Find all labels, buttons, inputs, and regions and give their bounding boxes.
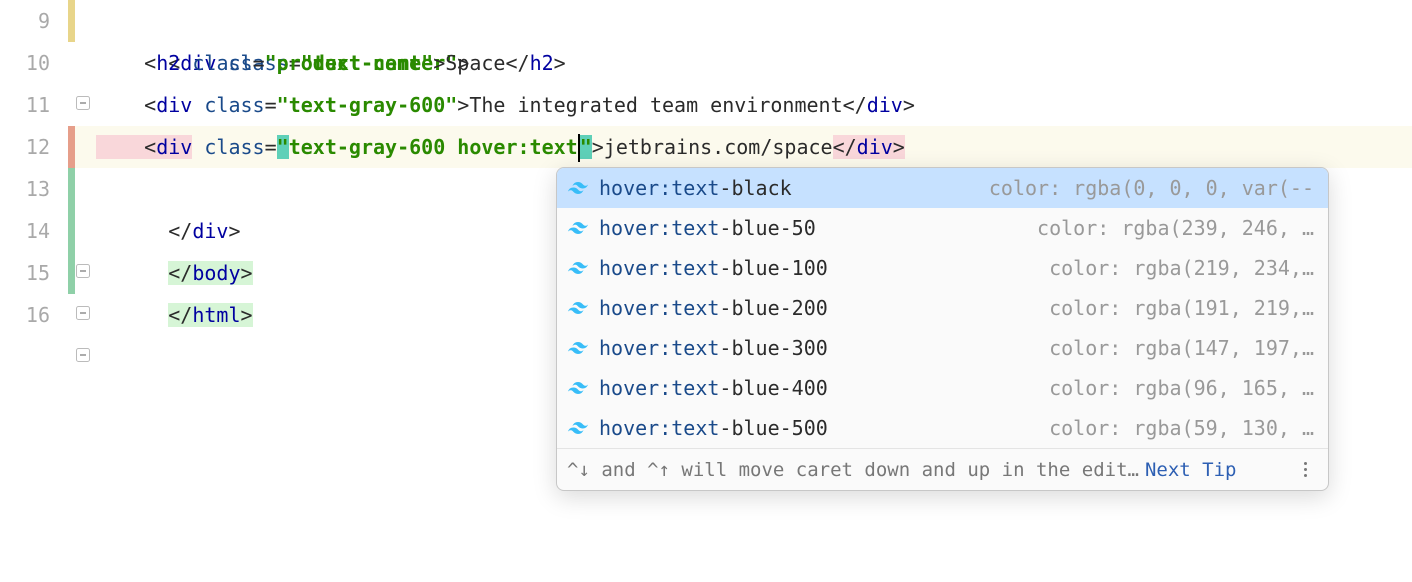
code-line[interactable]: <div class="text-gray-600">The integrate… — [96, 84, 1412, 126]
completion-item[interactable]: hover:text-blue-100 color: rgba(219, 234… — [557, 248, 1328, 288]
completion-item[interactable]: hover:text-blue-400 color: rgba(96, 165,… — [557, 368, 1328, 408]
completion-label: hover:text-blue-400 — [599, 376, 828, 400]
code-line-active[interactable]: <div class="text-gray-600 hover:text">je… — [96, 126, 1412, 168]
fold-icon[interactable] — [76, 180, 90, 194]
tailwind-icon — [567, 417, 589, 439]
line-number: 10 — [0, 42, 50, 84]
completion-label: hover:text-blue-200 — [599, 296, 828, 320]
code-line[interactable]: <div class="text-center"> — [96, 0, 1412, 42]
tailwind-icon — [567, 377, 589, 399]
completion-label: hover:text-blue-300 — [599, 336, 828, 360]
next-tip-link[interactable]: Next Tip — [1145, 459, 1237, 481]
popup-footer: ^↓ and ^↑ will move caret down and up in… — [557, 448, 1328, 490]
completion-item[interactable]: hover:text-blue-300 color: rgba(147, 197… — [557, 328, 1328, 368]
line-number: 15 — [0, 252, 50, 294]
fold-icon[interactable] — [76, 264, 90, 278]
completion-info: color: rgba(59, 130, … — [1049, 416, 1314, 440]
completion-info: color: rgba(0, 0, 0, var(-- — [989, 176, 1314, 200]
completion-label: hover:text-blue-500 — [599, 416, 828, 440]
footer-hint: ^↓ and ^↑ will move caret down and up in… — [567, 459, 1139, 481]
tailwind-icon — [567, 337, 589, 359]
fold-icon[interactable] — [76, 12, 90, 26]
fold-icon[interactable] — [76, 222, 90, 236]
completion-label: hover:text-black — [599, 176, 792, 200]
tailwind-icon — [567, 217, 589, 239]
completion-info: color: rgba(239, 246, … — [1037, 216, 1314, 240]
tailwind-icon — [567, 297, 589, 319]
completion-info: color: rgba(219, 234,… — [1049, 256, 1314, 280]
line-number: 14 — [0, 210, 50, 252]
completion-info: color: rgba(96, 165, … — [1049, 376, 1314, 400]
completion-label: hover:text-blue-100 — [599, 256, 828, 280]
line-number: 13 — [0, 168, 50, 210]
completion-info: color: rgba(147, 197,… — [1049, 336, 1314, 360]
more-menu-icon[interactable] — [1296, 462, 1314, 477]
line-number: 16 — [0, 294, 50, 336]
line-number: 11 — [0, 84, 50, 126]
completion-item[interactable]: hover:text-blue-50 color: rgba(239, 246,… — [557, 208, 1328, 248]
line-number: 9 — [0, 0, 50, 42]
completion-popup[interactable]: hover:text-black color: rgba(0, 0, 0, va… — [556, 167, 1329, 491]
completion-item[interactable]: hover:text-blue-200 color: rgba(191, 219… — [557, 288, 1328, 328]
completion-info: color: rgba(191, 219,… — [1049, 296, 1314, 320]
completion-item[interactable]: hover:text-black color: rgba(0, 0, 0, va… — [557, 168, 1328, 208]
tailwind-icon — [567, 257, 589, 279]
tailwind-icon — [567, 177, 589, 199]
line-gutter: 9 10 11 12 13 14 15 16 — [0, 0, 68, 582]
completion-label: hover:text-blue-50 — [599, 216, 816, 240]
code-line[interactable]: <h2 class="product-name">Space</h2> — [96, 42, 1412, 84]
completion-item[interactable]: hover:text-blue-500 color: rgba(59, 130,… — [557, 408, 1328, 448]
line-number: 12 — [0, 126, 50, 168]
